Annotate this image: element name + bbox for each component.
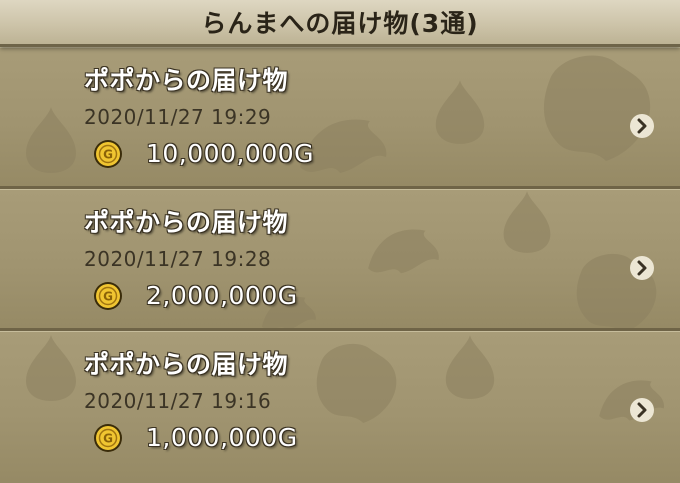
slime-watermark-icon <box>435 80 485 144</box>
timestamp: 2020/11/27 19:16 <box>84 389 272 413</box>
sender-label: ポポからの届け物 <box>84 350 289 379</box>
timestamp: 2020/11/27 19:28 <box>84 247 272 271</box>
gift-list: ポポからの届け物 2020/11/27 19:29 G 10,000,000G <box>0 47 680 481</box>
slime-watermark-icon <box>503 191 551 253</box>
golem-watermark-icon <box>543 55 651 161</box>
gift-list-item[interactable]: ポポからの届け物 2020/11/27 19:28 G 2,000,000G <box>0 189 680 331</box>
chevron-right-icon[interactable] <box>629 113 655 139</box>
mailbox-header: らんまへの届け物(3通) <box>0 0 680 47</box>
page-title: らんまへの届け物(3通) <box>201 9 479 38</box>
gold-coin-icon: G <box>94 140 122 168</box>
gold-amount: 2,000,000G <box>146 281 298 310</box>
svg-text:G: G <box>103 432 113 446</box>
slime-watermark-icon <box>445 335 495 399</box>
svg-text:G: G <box>103 148 113 162</box>
gold-amount: 10,000,000G <box>146 139 315 168</box>
mailbox-screen: らんまへの届け物(3通) ポポからの届け物 2020/11/27 19:29 G… <box>0 0 680 483</box>
slime-watermark-icon <box>26 107 76 173</box>
slime-watermark-icon <box>26 335 76 401</box>
leaf-watermark-icon <box>368 229 439 274</box>
sender-label: ポポからの届け物 <box>84 208 289 237</box>
gold-coin-icon: G <box>94 282 122 310</box>
golem-watermark-icon <box>316 343 397 423</box>
svg-text:G: G <box>103 290 113 304</box>
gift-list-item[interactable]: ポポからの届け物 2020/11/27 19:29 G 10,000,000G <box>0 47 680 189</box>
gold-coin-icon: G <box>94 424 122 452</box>
chevron-right-icon[interactable] <box>629 397 655 423</box>
gold-amount: 1,000,000G <box>146 423 298 452</box>
sender-label: ポポからの届け物 <box>84 66 289 95</box>
chevron-right-icon[interactable] <box>629 255 655 281</box>
timestamp: 2020/11/27 19:29 <box>84 105 272 129</box>
gift-list-item[interactable]: ポポからの届け物 2020/11/27 19:16 G 1,000,000G <box>0 331 680 481</box>
